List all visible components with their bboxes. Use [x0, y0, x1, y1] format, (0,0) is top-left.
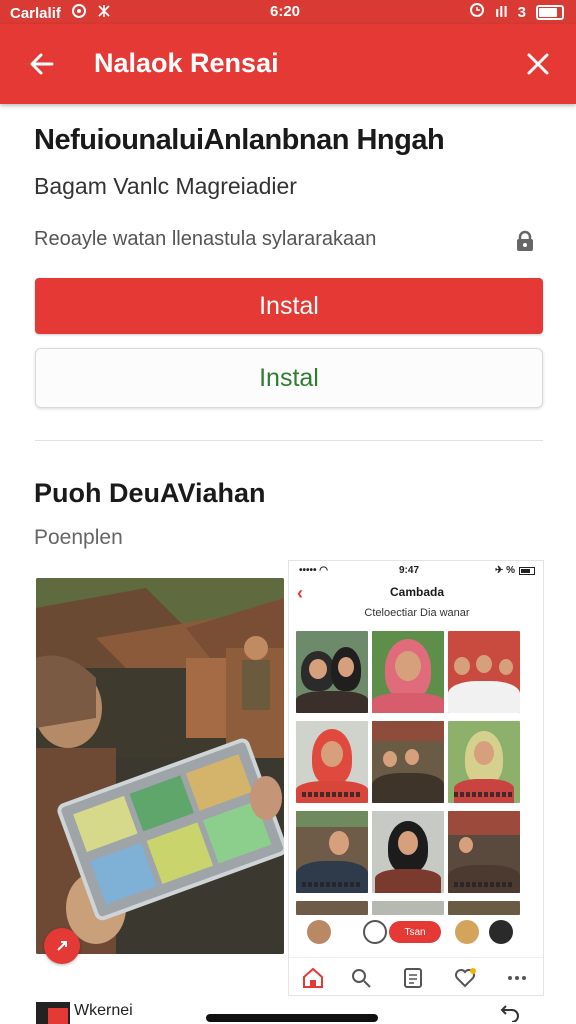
- document-icon: [401, 966, 425, 990]
- mini-subtitle: Cteloectiar Dia wanar: [364, 607, 470, 619]
- mini-bottom-nav: [289, 957, 543, 995]
- sync-icon: [71, 3, 87, 23]
- grid-tile: [372, 631, 444, 713]
- mini-avatar-3: [489, 920, 513, 944]
- section-subtitle: Poenplen: [34, 526, 123, 549]
- home-icon: [301, 966, 325, 990]
- arrow-left-icon[interactable]: [22, 44, 62, 84]
- mini-refresh-icon: [363, 920, 387, 944]
- screenshot-photo[interactable]: [36, 578, 284, 954]
- developer-name[interactable]: Bagam Vanlc Magreiadier: [34, 173, 297, 200]
- undo-icon[interactable]: [500, 1004, 520, 1023]
- grid-tile: [372, 721, 444, 803]
- status-bar: Carlalif 6:20 ıll 3: [0, 0, 576, 24]
- mini-carrier: ••••• ◠: [299, 565, 329, 576]
- grid-tile: [296, 631, 368, 713]
- network-label: 3: [517, 3, 526, 21]
- grid-tile: [448, 721, 520, 803]
- app-bar-title: Nalaok Rensai: [94, 48, 279, 78]
- developer-logo: [36, 1002, 70, 1024]
- alarm-icon: [469, 2, 485, 22]
- app-name: NefuiounaluiAnlanbnan Hngah: [34, 124, 445, 156]
- heart-icon: [453, 966, 477, 990]
- section-title: Puoh DeuAViahan: [34, 478, 266, 508]
- more-icon: [505, 966, 529, 990]
- divider: [35, 440, 543, 441]
- grid-tile: [372, 811, 444, 893]
- mini-battery-label: ✈ %: [494, 565, 515, 576]
- grid-tile: [448, 631, 520, 713]
- mini-battery-icon: [519, 566, 535, 575]
- mini-status-bar: ••••• ◠ 9:47 ✈ %: [289, 561, 543, 579]
- mini-right-status: ✈ %: [495, 565, 535, 576]
- status-time: 6:20: [270, 3, 301, 20]
- close-icon[interactable]: [518, 44, 558, 84]
- bottom-label: Wkernei: [74, 1002, 133, 1019]
- lock-icon: [514, 230, 536, 252]
- mini-pill-button: Tsan: [389, 921, 441, 943]
- grid-tile: [448, 811, 520, 893]
- mini-title: Cambada: [389, 585, 445, 599]
- grid-tile: [296, 811, 368, 893]
- signal-icon: ıll: [495, 3, 508, 21]
- mini-time: 9:47: [399, 565, 420, 576]
- install-secondary-button[interactable]: Instal: [35, 348, 543, 408]
- search-icon: [349, 966, 373, 990]
- mini-user-avatar: [307, 920, 331, 944]
- battery-icon: [536, 4, 564, 20]
- notification-icon: [97, 4, 111, 22]
- mini-avatar-2: [455, 920, 479, 944]
- contains-ads-text: Reoayle watan llenastula sylararakaan: [34, 228, 377, 250]
- home-indicator[interactable]: [206, 1014, 378, 1022]
- grid-tile: [296, 721, 368, 803]
- screenshot-phone[interactable]: ••••• ◠ 9:47 ✈ % ‹ Cambada Cteloectiar D…: [288, 560, 544, 996]
- mini-action-row: Tsan: [289, 913, 543, 953]
- install-button[interactable]: Instal: [35, 278, 543, 334]
- play-badge-icon[interactable]: [44, 928, 80, 964]
- app-bar: Nalaok Rensai: [0, 24, 576, 104]
- carrier-label: Carlalif: [10, 4, 61, 22]
